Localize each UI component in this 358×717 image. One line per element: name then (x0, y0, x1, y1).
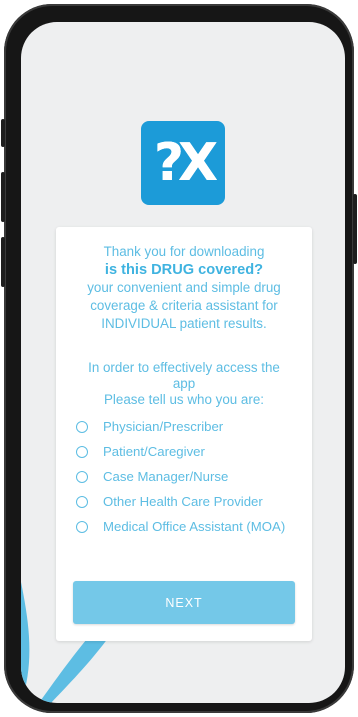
role-prompt: In order to effectively access the app P… (66, 360, 302, 408)
role-option-physician[interactable]: Physician/Prescriber (76, 419, 302, 435)
app-title: is this DRUG covered? (104, 262, 264, 278)
intro-line-3: your convenient and simple drug (87, 280, 281, 295)
app-logo: ?X (141, 121, 225, 205)
radio-button[interactable] (76, 421, 88, 433)
role-option-label: Other Health Care Provider (103, 494, 263, 509)
intro-line-1: Thank you for downloading (103, 244, 265, 259)
role-options: Physician/Prescriber Patient/Caregiver C… (76, 419, 302, 544)
intro-line-4: coverage & criteria assistant for (90, 298, 278, 313)
app-screen: ?X Thank you for downloading is this DRU… (21, 22, 345, 703)
prompt-line-2: app (172, 376, 196, 391)
radio-button[interactable] (76, 446, 88, 458)
phone-volume-up-button (1, 172, 5, 222)
radio-button[interactable] (76, 496, 88, 508)
role-option-other-provider[interactable]: Other Health Care Provider (76, 494, 302, 510)
phone-side-button (1, 119, 5, 147)
role-option-label: Physician/Prescriber (103, 419, 224, 434)
prompt-line-3: Please tell us who you are: (103, 392, 265, 407)
role-option-label: Case Manager/Nurse (103, 469, 229, 484)
role-option-label: Patient/Caregiver (103, 444, 205, 459)
intro-text: Thank you for downloading is this DRUG c… (56, 243, 312, 333)
phone-volume-down-button (1, 237, 5, 287)
intro-line-5: INDIVIDUAL patient results. (101, 316, 267, 331)
radio-button[interactable] (76, 521, 88, 533)
phone-power-button (353, 194, 357, 264)
role-option-patient[interactable]: Patient/Caregiver (76, 444, 302, 460)
radio-button[interactable] (76, 471, 88, 483)
welcome-card: Thank you for downloading is this DRUG c… (56, 227, 312, 641)
prompt-line-1: In order to effectively access the (88, 360, 280, 375)
next-button[interactable]: NEXT (73, 581, 295, 624)
role-option-label: Medical Office Assistant (MOA) (103, 519, 286, 534)
role-option-case-manager[interactable]: Case Manager/Nurse (76, 469, 302, 485)
logo-mark: ?X (153, 133, 218, 193)
role-option-moa[interactable]: Medical Office Assistant (MOA) (76, 519, 302, 535)
phone-frame: ?X Thank you for downloading is this DRU… (1, 4, 357, 713)
